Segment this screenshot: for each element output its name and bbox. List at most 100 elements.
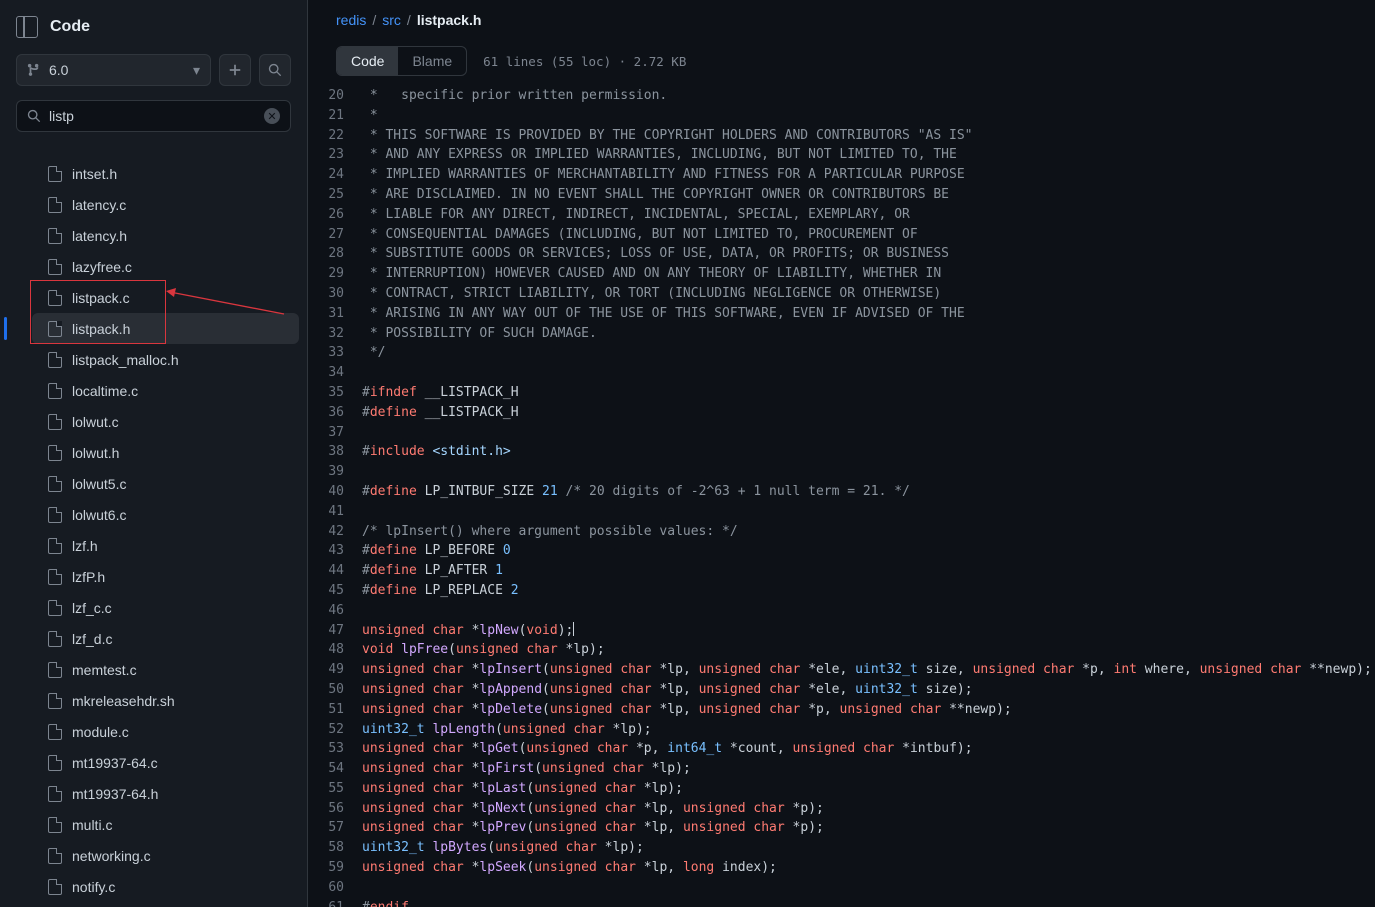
- code-line[interactable]: 58uint32_t lpBytes(unsigned char *lp);: [308, 838, 1375, 858]
- branch-selector[interactable]: 6.0 ▾: [16, 54, 211, 86]
- file-tree-item[interactable]: notify.c: [0, 871, 307, 902]
- code-line[interactable]: 42/* lpInsert() where argument possible …: [308, 522, 1375, 542]
- code-line[interactable]: 38#include <stdint.h>: [308, 442, 1375, 462]
- code-line[interactable]: 51unsigned char *lpDelete(unsigned char …: [308, 700, 1375, 720]
- file-tree-item[interactable]: mt19937-64.h: [0, 778, 307, 809]
- file-tree-item[interactable]: mt19937-64.c: [0, 747, 307, 778]
- file-tree-item[interactable]: multi.c: [0, 809, 307, 840]
- code-line[interactable]: 24 * IMPLIED WARRANTIES OF MERCHANTABILI…: [308, 165, 1375, 185]
- line-number[interactable]: 25: [308, 185, 362, 205]
- code-content[interactable]: #define LP_INTBUF_SIZE 21 /* 20 digits o…: [362, 482, 910, 502]
- line-number[interactable]: 47: [308, 621, 362, 641]
- line-number[interactable]: 38: [308, 442, 362, 462]
- code-content[interactable]: #define LP_AFTER 1: [362, 561, 503, 581]
- code-line[interactable]: 59unsigned char *lpSeek(unsigned char *l…: [308, 858, 1375, 878]
- line-number[interactable]: 21: [308, 106, 362, 126]
- line-number[interactable]: 32: [308, 324, 362, 344]
- code-content[interactable]: #define LP_REPLACE 2: [362, 581, 519, 601]
- code-line[interactable]: 43#define LP_BEFORE 0: [308, 541, 1375, 561]
- line-number[interactable]: 40: [308, 482, 362, 502]
- code-line[interactable]: 26 * LIABLE FOR ANY DIRECT, INDIRECT, IN…: [308, 205, 1375, 225]
- breadcrumb-repo[interactable]: redis: [336, 12, 366, 28]
- tab-code[interactable]: Code: [337, 47, 398, 75]
- code-content[interactable]: * POSSIBILITY OF SUCH DAMAGE.: [362, 324, 597, 344]
- code-line[interactable]: 33 */: [308, 343, 1375, 363]
- code-line[interactable]: 21 *: [308, 106, 1375, 126]
- code-line[interactable]: 48void lpFree(unsigned char *lp);: [308, 640, 1375, 660]
- file-search-input[interactable]: [49, 108, 256, 124]
- line-number[interactable]: 61: [308, 898, 362, 907]
- code-content[interactable]: * IMPLIED WARRANTIES OF MERCHANTABILITY …: [362, 165, 965, 185]
- code-line[interactable]: 57unsigned char *lpPrev(unsigned char *l…: [308, 818, 1375, 838]
- code-line[interactable]: 55unsigned char *lpLast(unsigned char *l…: [308, 779, 1375, 799]
- line-number[interactable]: 42: [308, 522, 362, 542]
- code-content[interactable]: unsigned char *lpAppend(unsigned char *l…: [362, 680, 973, 700]
- code-content[interactable]: unsigned char *lpNew(void);: [362, 621, 574, 641]
- line-number[interactable]: 33: [308, 343, 362, 363]
- code-line[interactable]: 31 * ARISING IN ANY WAY OUT OF THE USE O…: [308, 304, 1375, 324]
- code-line[interactable]: 35#ifndef __LISTPACK_H: [308, 383, 1375, 403]
- line-number[interactable]: 36: [308, 403, 362, 423]
- code-line[interactable]: 34: [308, 363, 1375, 383]
- file-tree-item[interactable]: listpack.c: [0, 282, 307, 313]
- line-number[interactable]: 20: [308, 86, 362, 106]
- code-content[interactable]: unsigned char *lpInsert(unsigned char *l…: [362, 660, 1372, 680]
- code-content[interactable]: unsigned char *lpSeek(unsigned char *lp,…: [362, 858, 777, 878]
- file-tree-item[interactable]: lzf_c.c: [0, 592, 307, 623]
- line-number[interactable]: 60: [308, 878, 362, 898]
- code-content[interactable]: * specific prior written permission.: [362, 86, 667, 106]
- line-number[interactable]: 53: [308, 739, 362, 759]
- clear-search-button[interactable]: ✕: [264, 108, 280, 124]
- file-tree-item[interactable]: listpack.h: [32, 313, 299, 344]
- line-number[interactable]: 43: [308, 541, 362, 561]
- code-line[interactable]: 46: [308, 601, 1375, 621]
- code-line[interactable]: 20 * specific prior written permission.: [308, 86, 1375, 106]
- line-number[interactable]: 29: [308, 264, 362, 284]
- code-line[interactable]: 56unsigned char *lpNext(unsigned char *l…: [308, 799, 1375, 819]
- code-content[interactable]: * ARISING IN ANY WAY OUT OF THE USE OF T…: [362, 304, 965, 324]
- code-content[interactable]: * ARE DISCLAIMED. IN NO EVENT SHALL THE …: [362, 185, 949, 205]
- file-tree-item[interactable]: listpack_malloc.h: [0, 344, 307, 375]
- code-content[interactable]: #define LP_BEFORE 0: [362, 541, 511, 561]
- code-content[interactable]: * INTERRUPTION) HOWEVER CAUSED AND ON AN…: [362, 264, 941, 284]
- code-content[interactable]: * SUBSTITUTE GOODS OR SERVICES; LOSS OF …: [362, 244, 949, 264]
- add-file-button[interactable]: [219, 54, 251, 86]
- line-number[interactable]: 48: [308, 640, 362, 660]
- code-content[interactable]: * LIABLE FOR ANY DIRECT, INDIRECT, INCID…: [362, 205, 910, 225]
- code-content[interactable]: * CONTRACT, STRICT LIABILITY, OR TORT (I…: [362, 284, 941, 304]
- file-tree-item[interactable]: latency.h: [0, 220, 307, 251]
- code-line[interactable]: 52uint32_t lpLength(unsigned char *lp);: [308, 720, 1375, 740]
- code-line[interactable]: 25 * ARE DISCLAIMED. IN NO EVENT SHALL T…: [308, 185, 1375, 205]
- file-tree-item[interactable]: networking.c: [0, 840, 307, 871]
- line-number[interactable]: 30: [308, 284, 362, 304]
- code-content[interactable]: unsigned char *lpLast(unsigned char *lp)…: [362, 779, 683, 799]
- code-line[interactable]: 36#define __LISTPACK_H: [308, 403, 1375, 423]
- file-tree-item[interactable]: localtime.c: [0, 375, 307, 406]
- code-line[interactable]: 49unsigned char *lpInsert(unsigned char …: [308, 660, 1375, 680]
- line-number[interactable]: 44: [308, 561, 362, 581]
- line-number[interactable]: 27: [308, 225, 362, 245]
- code-viewer[interactable]: 20 * specific prior written permission.2…: [308, 86, 1375, 907]
- file-tree-item[interactable]: lzf_d.c: [0, 623, 307, 654]
- line-number[interactable]: 59: [308, 858, 362, 878]
- line-number[interactable]: 39: [308, 462, 362, 482]
- code-line[interactable]: 50unsigned char *lpAppend(unsigned char …: [308, 680, 1375, 700]
- code-content[interactable]: void lpFree(unsigned char *lp);: [362, 640, 605, 660]
- line-number[interactable]: 31: [308, 304, 362, 324]
- code-content[interactable]: #include <stdint.h>: [362, 442, 511, 462]
- code-content[interactable]: *: [362, 106, 378, 126]
- code-line[interactable]: 27 * CONSEQUENTIAL DAMAGES (INCLUDING, B…: [308, 225, 1375, 245]
- code-content[interactable]: unsigned char *lpDelete(unsigned char *l…: [362, 700, 1012, 720]
- code-content[interactable]: uint32_t lpBytes(unsigned char *lp);: [362, 838, 644, 858]
- file-tree-item[interactable]: latency.c: [0, 189, 307, 220]
- code-content[interactable]: #ifndef __LISTPACK_H: [362, 383, 519, 403]
- code-line[interactable]: 30 * CONTRACT, STRICT LIABILITY, OR TORT…: [308, 284, 1375, 304]
- code-line[interactable]: 22 * THIS SOFTWARE IS PROVIDED BY THE CO…: [308, 126, 1375, 146]
- code-content[interactable]: #endif: [362, 898, 409, 907]
- code-line[interactable]: 53unsigned char *lpGet(unsigned char *p,…: [308, 739, 1375, 759]
- tab-blame[interactable]: Blame: [398, 47, 466, 75]
- search-repo-button[interactable]: [259, 54, 291, 86]
- line-number[interactable]: 55: [308, 779, 362, 799]
- line-number[interactable]: 28: [308, 244, 362, 264]
- code-line[interactable]: 32 * POSSIBILITY OF SUCH DAMAGE.: [308, 324, 1375, 344]
